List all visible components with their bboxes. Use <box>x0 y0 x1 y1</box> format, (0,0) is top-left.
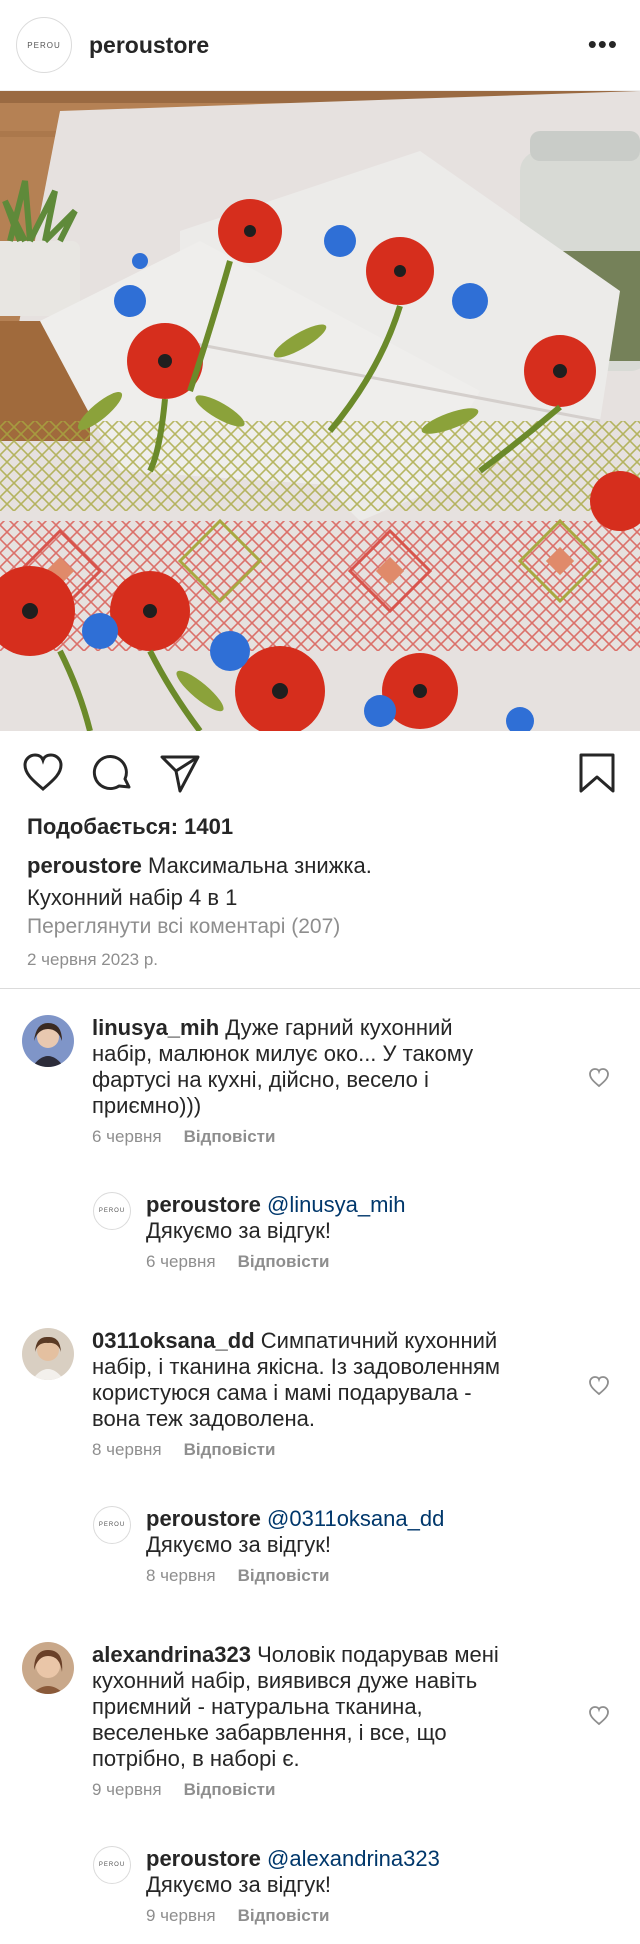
reply-button[interactable]: Відповісти <box>184 1127 276 1146</box>
avatar[interactable]: PEROU <box>93 1846 131 1884</box>
comment-text: веселеньке забарвлення, і все, що <box>92 1720 447 1745</box>
caption-username[interactable]: peroustore <box>27 853 142 878</box>
comment-text: фартусі на кухні, дійсно, весело і <box>92 1067 429 1092</box>
more-options-icon[interactable]: ••• <box>588 31 618 57</box>
comment-date: 9 червня <box>146 1906 216 1925</box>
comment-text: Дякуємо за відгук! <box>146 1218 331 1243</box>
comment-username[interactable]: peroustore <box>146 1506 261 1531</box>
comment-date: 8 червня <box>146 1566 216 1585</box>
comment-text: вона теж задоволена. <box>92 1406 315 1431</box>
post-header: PEROU peroustore ••• <box>0 0 640 91</box>
reply-button[interactable]: Відповісти <box>184 1440 276 1459</box>
comment-text: кухонний набір, виявився дуже навіть <box>92 1668 478 1693</box>
reply-button[interactable]: Відповісти <box>184 1780 276 1799</box>
store-username[interactable]: peroustore <box>89 32 209 59</box>
comment-username[interactable]: peroustore <box>146 1846 261 1871</box>
reply-button[interactable]: Відповісти <box>238 1566 330 1585</box>
comment-text: потрібно, в наборі є. <box>92 1746 300 1771</box>
comment-text: набір, і тканина якісна. Із задоволенням <box>92 1354 501 1379</box>
comment-text: Дякуємо за відгук! <box>146 1532 331 1557</box>
bookmark-icon[interactable] <box>575 751 619 795</box>
comment-text: набір, малюнок милує око... У такому <box>92 1041 474 1066</box>
comment-date: 6 червня <box>92 1127 162 1146</box>
avatar[interactable] <box>22 1328 74 1380</box>
heart-icon[interactable] <box>21 751 65 795</box>
comment-username[interactable]: linusya_mih <box>92 1015 219 1040</box>
reply-button[interactable]: Відповісти <box>238 1906 330 1925</box>
comment-text: Дякуємо за відгук! <box>146 1872 331 1897</box>
like-comment-icon[interactable] <box>588 1375 610 1397</box>
avatar[interactable] <box>22 1015 74 1067</box>
store-avatar[interactable]: PEROU <box>16 17 72 73</box>
comment-date: 8 червня <box>92 1440 162 1459</box>
share-icon[interactable] <box>158 751 202 795</box>
comment-icon[interactable] <box>91 751 135 795</box>
view-all-comments-link[interactable]: Переглянути всі коментарі (207) <box>27 915 340 939</box>
comment-username[interactable]: 0311oksana_dd <box>92 1328 255 1353</box>
post-date: 2 червня 2023 р. <box>27 950 159 969</box>
post-actions <box>0 745 640 801</box>
post-photo <box>0 91 640 731</box>
comment-date: 9 червня <box>92 1780 162 1799</box>
comment-text: Чоловік подарував мені <box>257 1642 499 1667</box>
like-comment-icon[interactable] <box>588 1067 610 1089</box>
divider <box>0 988 640 989</box>
comment-username[interactable]: peroustore <box>146 1192 261 1217</box>
comment-text: приємний - натуральна тканина, <box>92 1694 423 1719</box>
comment-date: 6 червня <box>146 1252 216 1271</box>
mention-link[interactable]: @0311oksana_dd <box>267 1506 444 1531</box>
mention-link[interactable]: @linusya_mih <box>267 1192 406 1217</box>
comment-text: приємно))) <box>92 1093 202 1118</box>
post-caption: peroustore Максимальна знижка. Кухонний … <box>27 850 617 914</box>
comment-username[interactable]: alexandrina323 <box>92 1642 251 1667</box>
like-comment-icon[interactable] <box>588 1705 610 1727</box>
reply-button[interactable]: Відповісти <box>238 1252 330 1271</box>
comment-text: Симпатичний кухонний <box>260 1328 498 1353</box>
likes-count[interactable]: Подобається: 1401 <box>27 814 233 840</box>
comment-text: користуюся сама і мамі подарувала - <box>92 1380 472 1405</box>
avatar[interactable]: PEROU <box>93 1506 131 1544</box>
comment-text: Дуже гарний кухонний <box>225 1015 453 1040</box>
avatar[interactable]: PEROU <box>93 1192 131 1230</box>
caption-line1: Максимальна знижка. <box>148 853 372 878</box>
mention-link[interactable]: @alexandrina323 <box>267 1846 440 1871</box>
avatar[interactable] <box>22 1642 74 1694</box>
caption-line2: Кухонний набір 4 в 1 <box>27 885 238 910</box>
